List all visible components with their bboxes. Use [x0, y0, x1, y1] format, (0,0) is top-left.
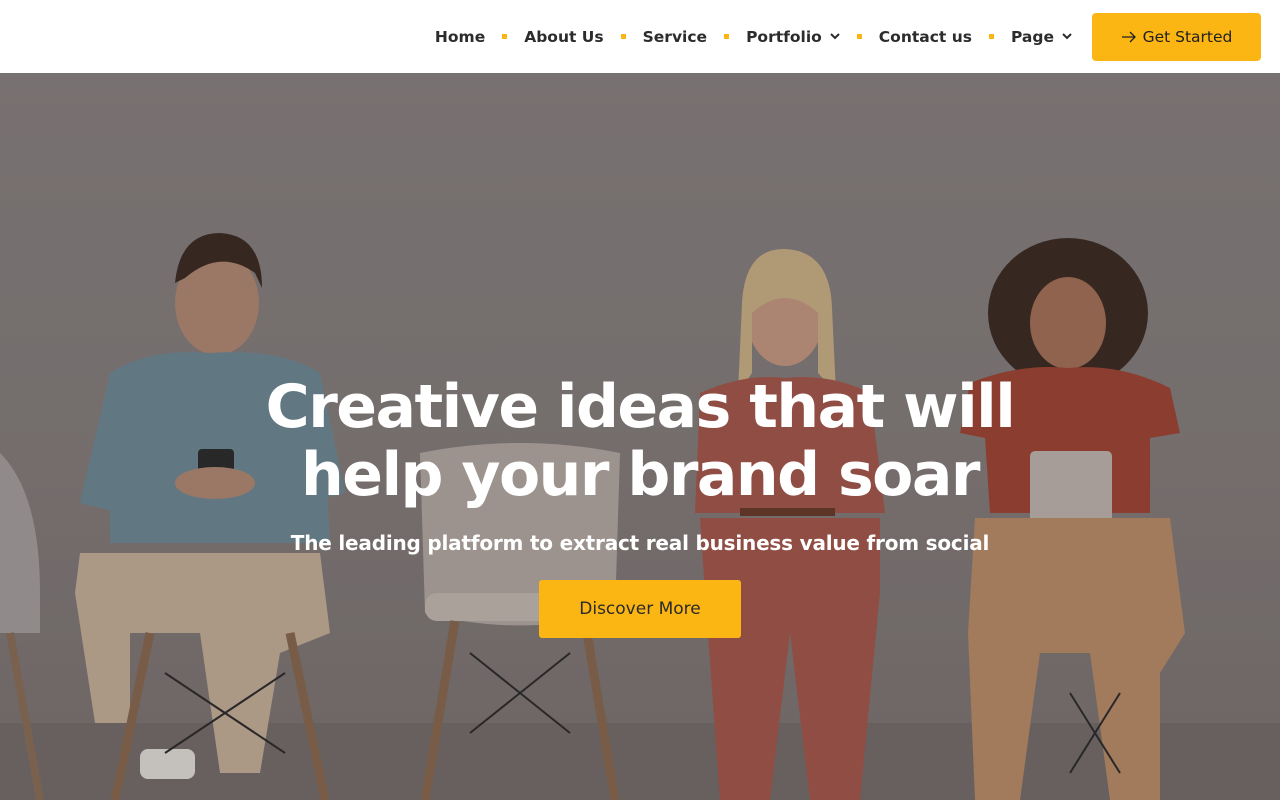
nav-item-portfolio[interactable]: Portfolio	[746, 28, 840, 46]
chevron-down-icon	[830, 32, 840, 42]
main-nav: Home About Us Service Portfolio Contact …	[435, 0, 1072, 73]
arrow-right-icon	[1121, 31, 1137, 43]
chevron-down-icon	[1062, 32, 1072, 42]
nav-separator	[620, 34, 626, 39]
nav-item-service[interactable]: Service	[643, 28, 707, 46]
nav-item-page[interactable]: Page	[1011, 28, 1072, 46]
nav-separator	[724, 34, 730, 39]
nav-item-label: Service	[642, 27, 708, 46]
site-header: Home About Us Service Portfolio Contact …	[0, 0, 1280, 73]
nav-item-label: Home	[434, 27, 486, 46]
nav-item-contact-us[interactable]: Contact us	[879, 28, 972, 46]
hero-subtitle: The leading platform to extract real bus…	[290, 531, 990, 555]
hero-title: Creative ideas that will help your brand…	[265, 372, 1016, 510]
nav-item-label: Page	[1010, 27, 1054, 46]
nav-separator	[988, 34, 994, 39]
hero-section: Creative ideas that will help your brand…	[0, 73, 1280, 800]
nav-separator	[502, 34, 508, 39]
nav-item-about-us[interactable]: About Us	[524, 28, 603, 46]
get-started-button[interactable]: Get Started	[1092, 13, 1261, 61]
discover-more-button[interactable]: Discover More	[539, 580, 741, 638]
hero-content: Creative ideas that will help your brand…	[0, 373, 1280, 638]
nav-item-label: Contact us	[878, 27, 972, 46]
nav-separator	[856, 34, 862, 39]
nav-item-home[interactable]: Home	[435, 28, 485, 46]
get-started-label: Get Started	[1142, 28, 1233, 46]
nav-item-label: Portfolio	[746, 27, 822, 46]
nav-item-label: About Us	[524, 27, 604, 46]
